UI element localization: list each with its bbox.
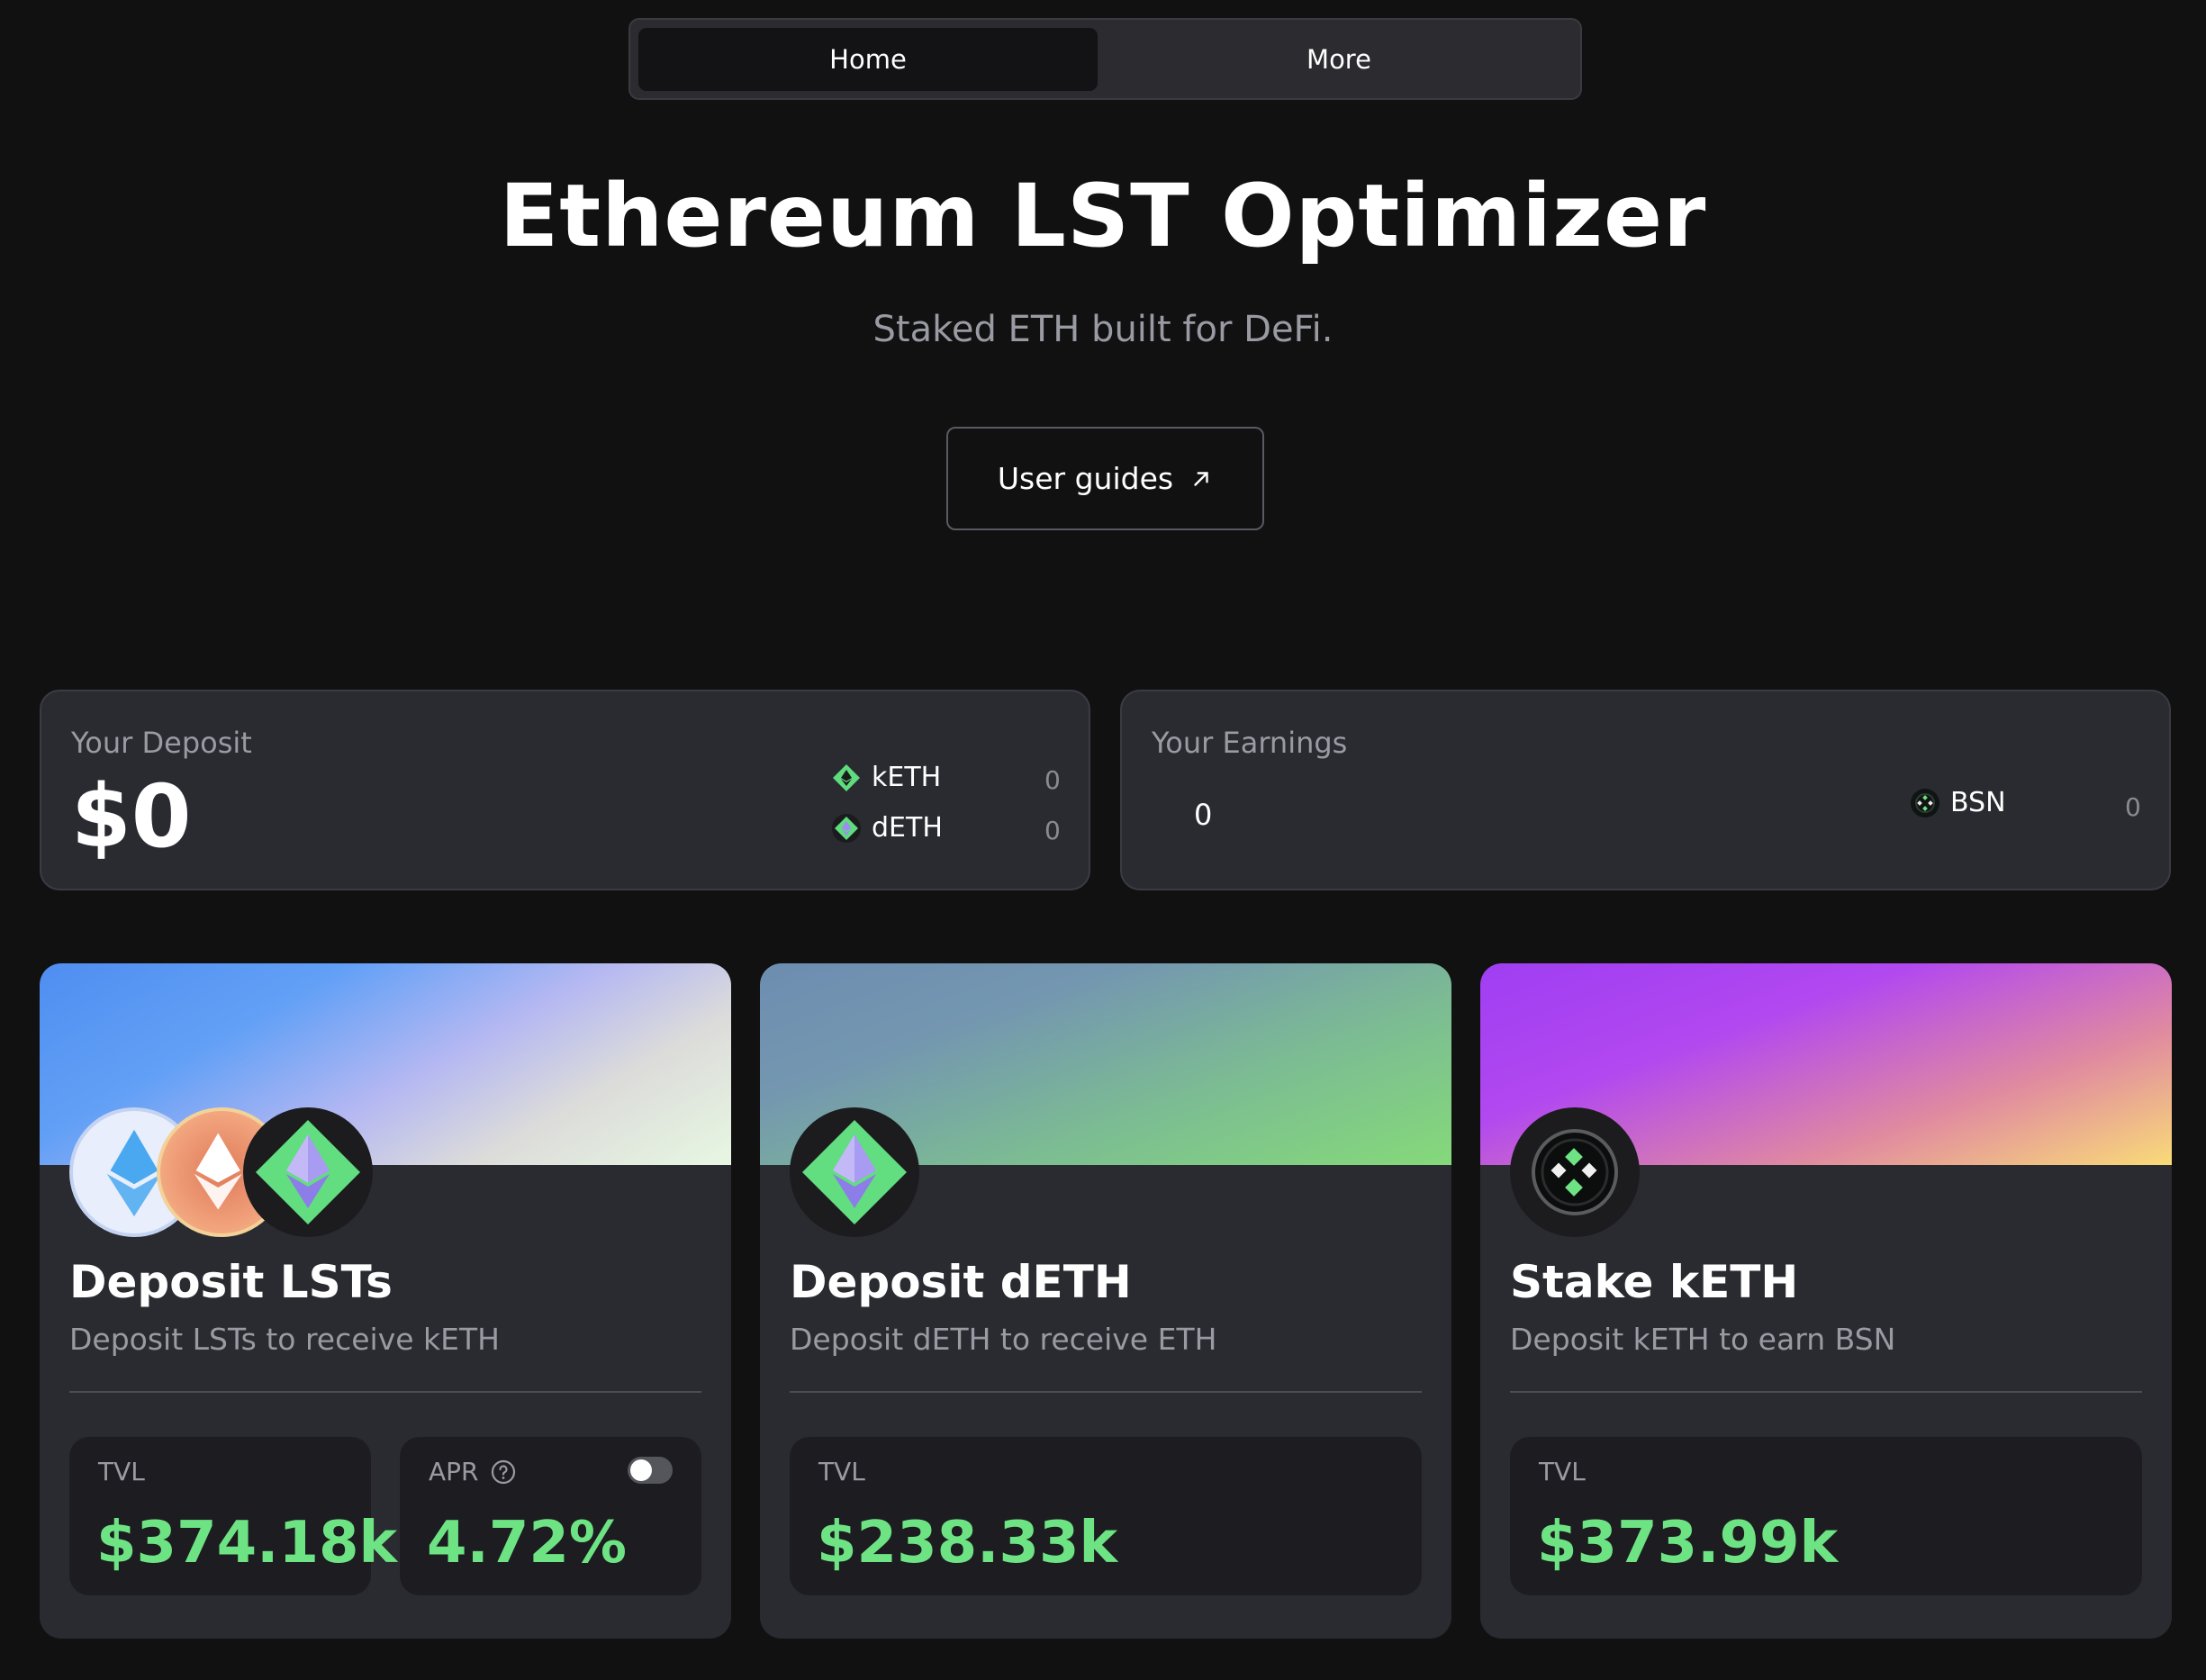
card-description: Deposit dETH to receive ETH — [790, 1322, 1217, 1357]
bsn-coin-icon — [1510, 1107, 1640, 1237]
tvl-value: $373.99k — [1537, 1510, 1839, 1576]
divider — [69, 1391, 701, 1393]
apr-value: 4.72% — [427, 1510, 628, 1576]
divider — [1510, 1391, 2142, 1393]
tvl-label: TVL — [818, 1457, 865, 1486]
token-amount: 0 — [1044, 765, 1061, 795]
token-deth-row: dETH — [832, 812, 943, 844]
tvl-stat: TVL $238.33k — [790, 1437, 1422, 1595]
token-bsn-row: BSN — [1911, 787, 2006, 818]
apr-stat: APR 4.72% — [400, 1437, 701, 1595]
deposit-deth-card[interactable]: Deposit dETH Deposit dETH to receive ETH… — [760, 963, 1451, 1639]
divider — [790, 1391, 1422, 1393]
deth-icon — [832, 813, 861, 843]
your-earnings-panel: Your Earnings 0 BSN 0 — [1120, 690, 2171, 890]
user-guides-button[interactable]: User guides — [946, 427, 1264, 530]
deposit-lsts-card[interactable]: Deposit LSTs Deposit LSTs to receive kET… — [40, 963, 731, 1639]
earnings-value: 0 — [1194, 798, 1213, 832]
card-description: Deposit LSTs to receive kETH — [69, 1322, 500, 1357]
token-name: dETH — [872, 812, 943, 844]
token-name: BSN — [1950, 787, 2006, 818]
tvl-label: TVL — [1539, 1457, 1586, 1486]
token-amount: 0 — [1044, 816, 1061, 845]
tvl-label: TVL — [98, 1457, 145, 1486]
tvl-stat: TVL $374.18k — [69, 1437, 397, 1595]
tab-more[interactable]: More — [1108, 28, 1569, 91]
token-name: kETH — [872, 762, 942, 793]
bsn-icon — [1911, 788, 1939, 817]
card-title: Stake kETH — [1510, 1256, 1799, 1308]
user-guides-label: User guides — [997, 461, 1174, 496]
page-title: Ethereum LST Optimizer — [499, 166, 1707, 266]
card-description: Deposit kETH to earn BSN — [1510, 1322, 1896, 1357]
token-amount: 0 — [2125, 792, 2141, 822]
deth-icon — [790, 1107, 919, 1237]
tab-home[interactable]: Home — [638, 28, 1098, 91]
toggle-knob — [630, 1459, 652, 1481]
card-title: Deposit dETH — [790, 1256, 1132, 1308]
stake-keth-card[interactable]: Stake kETH Deposit kETH to earn BSN TVL … — [1480, 963, 2172, 1639]
deposit-label: Your Deposit — [71, 726, 252, 760]
your-deposit-panel: Your Deposit $0 kETH 0 dETH 0 — [40, 690, 1090, 890]
page-subtitle: Staked ETH built for DeFi. — [872, 309, 1334, 350]
top-nav: Home More — [628, 18, 1582, 100]
tvl-value: $374.18k — [96, 1510, 398, 1576]
keth-icon — [833, 763, 860, 791]
tvl-stat: TVL $373.99k — [1510, 1437, 2142, 1595]
apr-toggle[interactable] — [628, 1457, 673, 1484]
earnings-label: Your Earnings — [1152, 726, 1348, 760]
apr-label: APR — [429, 1457, 517, 1486]
tvl-value: $238.33k — [817, 1510, 1118, 1576]
keth-icon — [243, 1107, 373, 1237]
external-arrow-icon — [1194, 471, 1208, 486]
token-keth-row: kETH — [832, 762, 941, 793]
deposit-value: $0 — [71, 766, 192, 867]
card-title: Deposit LSTs — [69, 1256, 393, 1308]
help-icon[interactable] — [490, 1459, 517, 1486]
